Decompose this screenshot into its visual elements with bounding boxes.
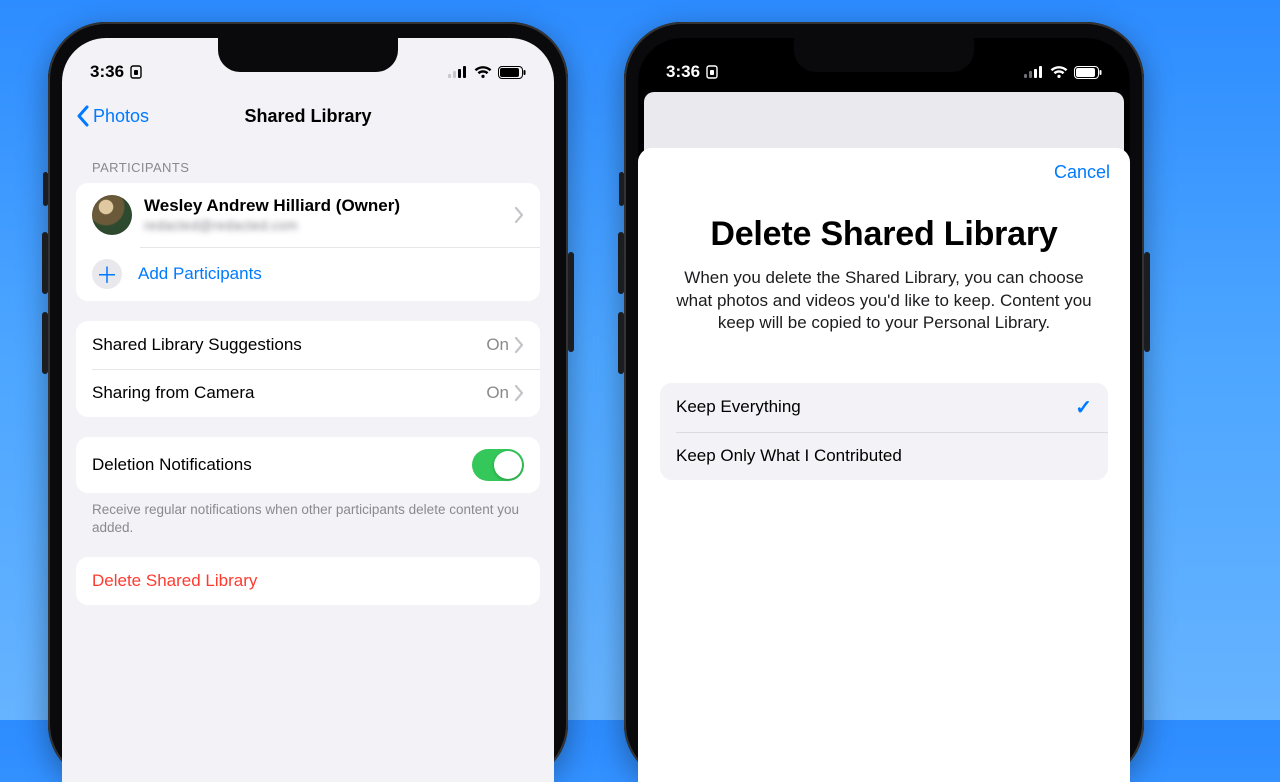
mute-switch	[619, 172, 624, 206]
sharing-camera-row[interactable]: Sharing from Camera On	[76, 369, 540, 417]
plus-icon: ＋	[92, 259, 122, 289]
status-time: 3:36	[90, 62, 124, 82]
underlying-card	[644, 92, 1124, 156]
nav-bar: Photos Shared Library	[62, 92, 554, 140]
participant-owner-row[interactable]: Wesley Andrew Hilliard (Owner) redacted@…	[76, 183, 540, 247]
participants-section: Participants Wesley Andrew Hilliard (Own…	[76, 160, 540, 301]
mute-switch	[43, 172, 48, 206]
battery-icon	[498, 66, 526, 79]
delete-shared-library-button[interactable]: Delete Shared Library	[76, 557, 540, 605]
chevron-right-icon	[515, 385, 524, 401]
suggestions-value: On	[486, 335, 509, 355]
chevron-left-icon	[76, 105, 89, 127]
deletion-notifications-label: Deletion Notifications	[92, 455, 252, 475]
sheet-title: Delete Shared Library	[680, 216, 1088, 253]
participant-name: Wesley Andrew Hilliard (Owner)	[144, 196, 400, 216]
phone-right: 3:36	[624, 22, 1144, 782]
volume-up-button	[42, 232, 48, 294]
deletion-notifications-footer: Receive regular notifications when other…	[76, 493, 540, 537]
delete-section: Delete Shared Library	[76, 557, 540, 605]
side-button	[1144, 252, 1150, 352]
delete-label: Delete Shared Library	[92, 571, 257, 591]
notifications-section: Deletion Notifications Receive regular n…	[76, 437, 540, 537]
page-title: Shared Library	[244, 106, 371, 127]
chevron-right-icon	[515, 207, 524, 223]
keep-everything-option[interactable]: Keep Everything ✓	[660, 383, 1108, 432]
screen-settings: 3:36	[62, 38, 554, 782]
back-button[interactable]: Photos	[76, 92, 149, 140]
phone-left: 3:36	[48, 22, 568, 782]
sheet-description: When you delete the Shared Library, you …	[664, 267, 1104, 334]
add-participants-label: Add Participants	[138, 264, 262, 284]
add-participants-row[interactable]: ＋ Add Participants	[76, 247, 540, 301]
side-button	[568, 252, 574, 352]
sharing-camera-value: On	[486, 383, 509, 403]
participants-header: Participants	[76, 160, 540, 183]
cancel-button[interactable]: Cancel	[1054, 162, 1110, 183]
notch	[794, 38, 974, 72]
deletion-notifications-row[interactable]: Deletion Notifications	[76, 437, 540, 493]
back-label: Photos	[93, 106, 149, 127]
suggestions-row[interactable]: Shared Library Suggestions On	[76, 321, 540, 369]
chevron-right-icon	[515, 337, 524, 353]
notch	[218, 38, 398, 72]
keep-only-mine-label: Keep Only What I Contributed	[676, 446, 902, 466]
sharing-camera-label: Sharing from Camera	[92, 383, 255, 403]
volume-up-button	[618, 232, 624, 294]
cellular-icon	[448, 66, 468, 78]
sim-icon	[130, 65, 142, 79]
wifi-icon	[474, 66, 492, 79]
keep-everything-label: Keep Everything	[676, 397, 801, 417]
keep-options: Keep Everything ✓ Keep Only What I Contr…	[660, 383, 1108, 480]
delete-sheet: Cancel Delete Shared Library When you de…	[638, 148, 1130, 782]
volume-down-button	[618, 312, 624, 374]
deletion-notifications-toggle[interactable]	[472, 449, 524, 481]
keep-only-mine-option[interactable]: Keep Only What I Contributed	[660, 432, 1108, 480]
check-icon: ✓	[1075, 395, 1092, 420]
sharing-settings-section: Shared Library Suggestions On Sharing fr…	[76, 321, 540, 417]
volume-down-button	[42, 312, 48, 374]
sheet-backdrop: Cancel Delete Shared Library When you de…	[638, 38, 1130, 782]
participant-email: redacted@redacted.com	[144, 217, 400, 234]
avatar	[92, 195, 132, 235]
screen-delete-sheet: 3:36	[638, 38, 1130, 782]
suggestions-label: Shared Library Suggestions	[92, 335, 302, 355]
